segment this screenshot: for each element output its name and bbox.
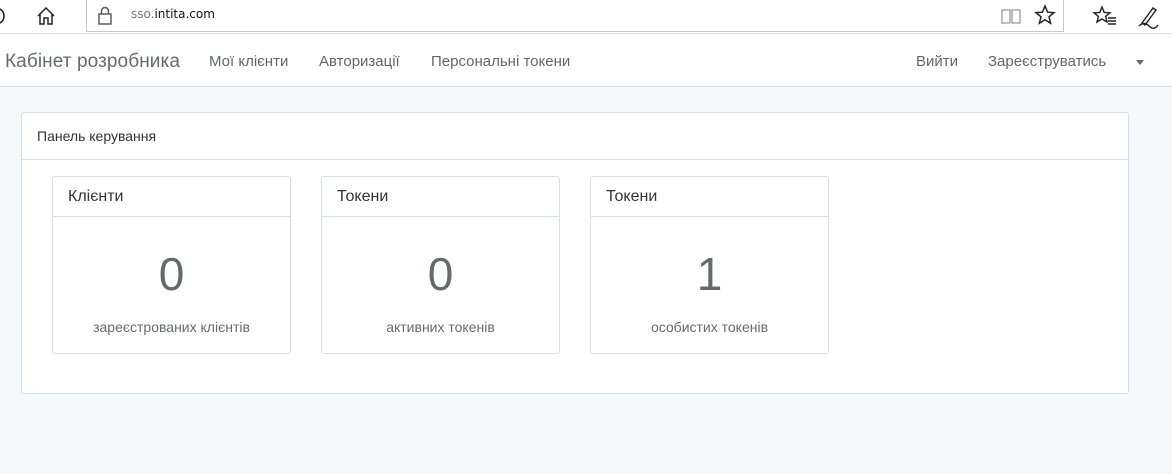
card-heading: Токени <box>591 177 828 217</box>
card-label: активних токенів <box>386 319 495 335</box>
panel-title: Панель керування <box>37 128 157 144</box>
personal-tokens-card: Токени 1 особистих токенів <box>590 176 829 354</box>
card-heading: Клієнти <box>53 177 290 217</box>
card-title: Клієнти <box>68 188 124 205</box>
card-heading: Токени <box>322 177 559 217</box>
reader-view-icon[interactable] <box>1000 5 1022 27</box>
pen-icon[interactable] <box>1136 3 1160 29</box>
nav-authorizations[interactable]: Авторизації <box>319 53 400 70</box>
card-value: 1 <box>696 248 723 300</box>
register-link[interactable]: Зареєструватись <box>988 53 1106 70</box>
card-title: Токени <box>337 188 389 205</box>
home-icon[interactable] <box>34 4 58 28</box>
refresh-icon[interactable] <box>0 4 12 28</box>
nav-personal-tokens[interactable]: Персональні токени <box>431 53 570 70</box>
navbar: Кабінет розробника Мої клієнти Авторизац… <box>0 34 1172 87</box>
card-value: 0 <box>158 248 185 300</box>
star-icon[interactable] <box>1033 3 1057 27</box>
nav-my-clients[interactable]: Мої клієнти <box>209 53 288 70</box>
card-label: зареєстрованих клієнтів <box>93 319 250 335</box>
browser-toolbar: sso.intita.com <box>0 0 1172 34</box>
logout-link[interactable]: Вийти <box>916 53 958 70</box>
dashboard-panel: Панель керування Клієнти 0 зареєстровани… <box>21 112 1129 394</box>
card-value: 0 <box>427 248 454 300</box>
panel-heading: Панель керування <box>22 113 1128 160</box>
url-text[interactable]: sso.intita.com <box>131 7 215 21</box>
active-tokens-card: Токени 0 активних токенів <box>321 176 560 354</box>
address-bar[interactable]: sso.intita.com <box>86 0 1064 32</box>
brand-link[interactable]: Кабінет розробника <box>5 51 180 73</box>
card-title: Токени <box>606 188 658 205</box>
favorites-icon[interactable] <box>1092 4 1118 28</box>
chevron-down-icon[interactable] <box>1136 60 1144 65</box>
clients-card: Клієнти 0 зареєстрованих клієнтів <box>52 176 291 354</box>
lock-icon <box>95 5 115 27</box>
card-label: особистих токенів <box>650 319 769 335</box>
